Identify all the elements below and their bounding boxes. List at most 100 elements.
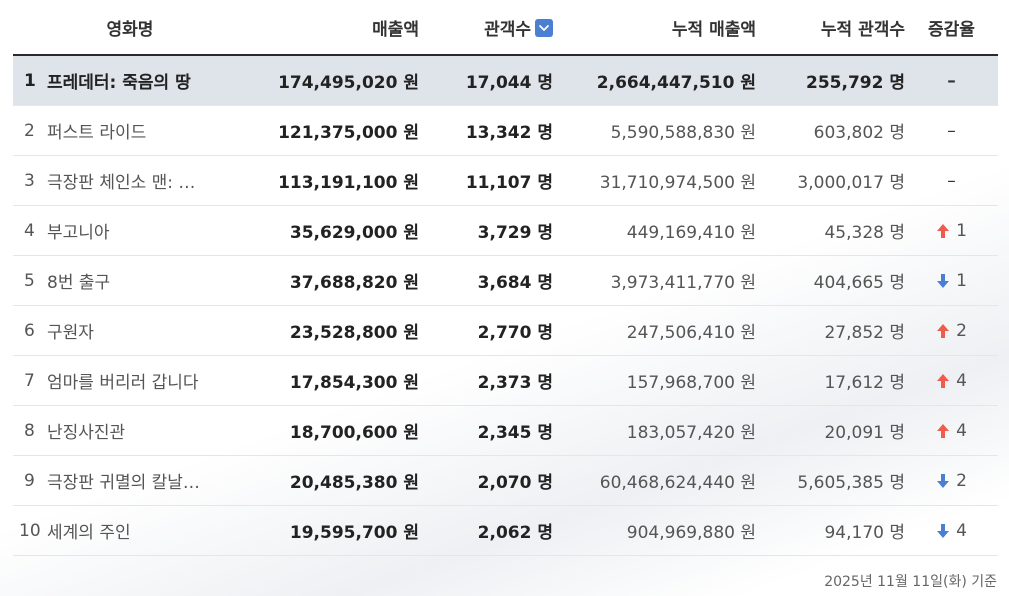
delta: 4 <box>905 521 998 541</box>
audience: 13,342 명 <box>465 123 553 143</box>
arrow-down-icon <box>936 523 950 539</box>
cum-sales: 2,664,447,510 원 <box>596 73 756 93</box>
cum-sales: 5,590,588,830 원 <box>610 123 756 143</box>
arrow-up-icon <box>936 423 950 439</box>
delta: – <box>905 121 998 141</box>
cum-sales: 60,468,624,440 원 <box>599 473 756 493</box>
table-row[interactable]: 5 8번 출구 37,688,820 원 3,684 명 3,973,411,770 원… <box>13 256 998 306</box>
audience: 3,729 명 <box>477 223 553 243</box>
header-cum-audience: 누적 관객수 <box>820 19 905 40</box>
arrow-up-icon <box>936 373 950 389</box>
table-row[interactable]: 1 프레데터: 죽음의 땅 174,495,020 원 17,044 명 2,664,4… <box>13 56 998 106</box>
audience: 2,070 명 <box>477 473 553 493</box>
audience: 17,044 명 <box>465 73 553 93</box>
delta-none: – <box>947 70 956 91</box>
table-row[interactable]: 2 퍼스트 라이드 121,375,000 원 13,342 명 5,590,588,8… <box>13 106 998 156</box>
rank: 1 <box>24 70 36 91</box>
movie-title-link[interactable]: 부고니아 <box>47 218 247 243</box>
sales: 35,629,000 원 <box>289 223 419 243</box>
sales: 37,688,820 원 <box>289 273 419 293</box>
cum-audience: 5,605,385 명 <box>797 473 905 493</box>
rank: 10 <box>19 520 41 541</box>
rank: 9 <box>24 470 35 491</box>
date-basis: 2025년 11월 11일(화) 기준 <box>824 574 997 590</box>
cum-audience: 255,792 명 <box>806 73 905 93</box>
delta-value: 2 <box>956 470 967 491</box>
sales: 20,485,380 원 <box>289 473 419 493</box>
audience: 2,062 명 <box>477 523 553 543</box>
header-audience-label: 관객수 <box>484 19 531 40</box>
header-cum-sales: 누적 매출액 <box>671 19 756 40</box>
cum-sales: 157,968,700 원 <box>626 373 756 393</box>
movie-title-link[interactable]: 엄마를 버리러 갑니다 <box>47 368 247 393</box>
header-title: 영화명 <box>106 19 154 40</box>
delta: 4 <box>905 421 998 441</box>
cum-sales: 904,969,880 원 <box>626 523 756 543</box>
movie-title-link[interactable]: 세계의 주인 <box>47 518 247 543</box>
sales: 23,528,800 원 <box>289 323 419 343</box>
delta: – <box>905 171 998 191</box>
cum-audience: 20,091 명 <box>824 423 905 443</box>
sales: 19,595,700 원 <box>289 523 419 543</box>
arrow-down-icon <box>936 273 950 289</box>
delta-value: 2 <box>956 320 967 341</box>
movie-title-link[interactable]: 극장판 귀멸의 칼날… <box>47 468 247 493</box>
cum-sales: 183,057,420 원 <box>626 423 756 443</box>
rank: 6 <box>24 320 35 341</box>
delta-value: 4 <box>956 420 967 441</box>
rank: 5 <box>24 270 35 291</box>
arrow-up-icon <box>936 323 950 339</box>
table-row[interactable]: 7 엄마를 버리러 갑니다 17,854,300 원 2,373 명 157,968,7… <box>13 356 998 406</box>
delta: 4 <box>905 371 998 391</box>
audience: 2,345 명 <box>477 423 553 443</box>
audience: 11,107 명 <box>465 173 553 193</box>
table-row[interactable]: 8 난징사진관 18,700,600 원 2,345 명 183,057,420 원 20… <box>13 406 998 456</box>
delta: 1 <box>905 221 998 241</box>
movie-title-link[interactable]: 8번 출구 <box>47 268 247 293</box>
table-row[interactable]: 4 부고니아 35,629,000 원 3,729 명 449,169,410 원 45,… <box>13 206 998 256</box>
audience: 3,684 명 <box>477 273 553 293</box>
delta: 2 <box>905 471 998 491</box>
cum-audience: 603,802 명 <box>813 123 905 143</box>
rank: 4 <box>24 220 35 241</box>
delta-value: 4 <box>956 520 967 541</box>
movie-title-link[interactable]: 구원자 <box>47 318 247 343</box>
table-body: 1 프레데터: 죽음의 땅 174,495,020 원 17,044 명 2,664,4… <box>13 56 998 556</box>
cum-sales: 449,169,410 원 <box>626 223 756 243</box>
audience: 2,373 명 <box>477 373 553 393</box>
delta-value: 1 <box>956 270 967 291</box>
cum-audience: 3,000,017 명 <box>797 173 905 193</box>
table-row[interactable]: 10 세계의 주인 19,595,700 원 2,062 명 904,969,880 원… <box>13 506 998 556</box>
arrow-up-icon <box>936 223 950 239</box>
arrow-down-icon <box>936 473 950 489</box>
rank: 8 <box>24 420 35 441</box>
cum-audience: 94,170 명 <box>824 523 905 543</box>
header-sales: 매출액 <box>372 19 419 40</box>
table-row[interactable]: 6 구원자 23,528,800 원 2,770 명 247,506,410 원 27,8… <box>13 306 998 356</box>
box-office-table: 영화명 매출액 관객수 누적 매출액 누적 관객수 증감율 1 프레데터: 죽음의… <box>13 0 998 556</box>
cum-audience: 17,612 명 <box>824 373 905 393</box>
header-audience[interactable]: 관객수 <box>419 15 553 40</box>
audience: 2,770 명 <box>477 323 553 343</box>
delta-value: 4 <box>956 370 967 391</box>
cum-sales: 31,710,974,500 원 <box>599 173 756 193</box>
movie-title-link[interactable]: 프레데터: 죽음의 땅 <box>47 68 247 93</box>
sales: 113,191,100 원 <box>278 173 419 193</box>
sales: 174,495,020 원 <box>278 73 419 93</box>
chevron-down-icon[interactable] <box>535 18 553 37</box>
movie-title-link[interactable]: 퍼스트 라이드 <box>47 118 247 143</box>
movie-title-link[interactable]: 극장판 체인소 맨: … <box>47 168 247 193</box>
header-delta: 증감율 <box>928 19 975 40</box>
rank: 2 <box>24 120 35 141</box>
delta-value: 1 <box>956 220 967 241</box>
rank: 3 <box>24 170 35 191</box>
table-row[interactable]: 3 극장판 체인소 맨: … 113,191,100 원 11,107 명 31,710… <box>13 156 998 206</box>
movie-title-link[interactable]: 난징사진관 <box>47 418 247 443</box>
cum-sales: 247,506,410 원 <box>626 323 756 343</box>
cum-audience: 45,328 명 <box>824 223 905 243</box>
delta: 1 <box>905 271 998 291</box>
delta-none: – <box>947 170 956 191</box>
table-row[interactable]: 9 극장판 귀멸의 칼날… 20,485,380 원 2,070 명 60,468,62… <box>13 456 998 506</box>
delta: – <box>905 71 998 91</box>
delta-none: – <box>947 120 956 141</box>
